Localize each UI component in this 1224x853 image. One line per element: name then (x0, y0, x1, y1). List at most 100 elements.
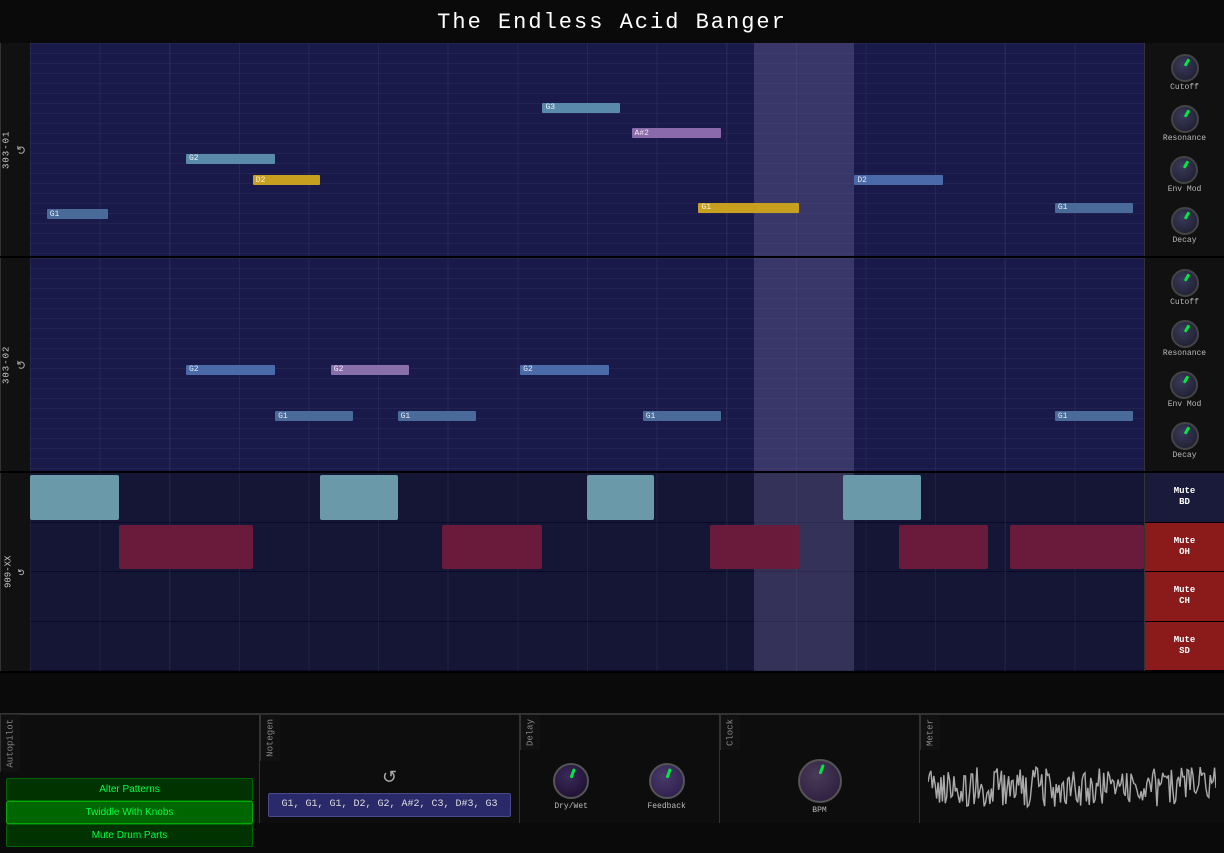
drum-cell (899, 525, 988, 570)
decay-knob-2[interactable] (1171, 422, 1199, 450)
reset-btn-303-02[interactable]: ↺ (16, 359, 30, 370)
notegen-notes: G1, G1, G1, D2, G2, A#2, C3, D#3, G3 (268, 793, 511, 817)
decay-label-2: Decay (1172, 451, 1196, 460)
decay-knob-1[interactable] (1171, 207, 1199, 235)
drum-cell (843, 475, 921, 520)
track-controls-303-02: Cutoff Resonance Env Mod Decay (1144, 258, 1224, 471)
drum-grid (30, 473, 1144, 671)
note: G1 (1055, 203, 1133, 213)
meter-section: Meter (920, 715, 1224, 823)
note: G1 (398, 411, 476, 421)
clock-label: Clock (720, 715, 740, 750)
cutoff-knob-group-1: Cutoff (1170, 54, 1199, 92)
mute-oh-button[interactable]: MuteOH (1145, 523, 1224, 573)
bpm-group: BPM (798, 759, 842, 815)
cutoff-label-1: Cutoff (1170, 83, 1199, 92)
piano-roll-303-02: G2 G2 G1 G2 G1 G1 G1 (30, 258, 1144, 471)
notegen-section: Notegen ↺ G1, G1, G1, D2, G2, A#2, C3, D… (260, 715, 520, 823)
notegen-refresh-icon[interactable]: ↺ (382, 767, 397, 789)
meter-label: Meter (920, 715, 940, 750)
cutoff-knob-group-2: Cutoff (1170, 269, 1199, 307)
note: G1 (275, 411, 353, 421)
bpm-knob[interactable] (798, 759, 842, 803)
drum-cell (119, 525, 253, 570)
envmod-knob-1[interactable] (1170, 156, 1198, 184)
twiddle-knobs-button[interactable]: Twiddle With Knobs (6, 801, 253, 824)
feedback-label: Feedback (647, 802, 685, 811)
note: D2 (253, 175, 320, 185)
drum-cell (30, 475, 119, 520)
decay-knob-group-2: Decay (1171, 422, 1199, 460)
envmod-label-1: Env Mod (1168, 185, 1202, 194)
cutoff-knob-2[interactable] (1171, 269, 1199, 297)
mute-drum-parts-button[interactable]: Mute Drum Parts (6, 824, 253, 847)
piano-roll-303-01: G1 G2 D2 G3 A#2 G1 D2 G1 (30, 43, 1144, 256)
autopilot-content: Alter Patterns Twiddle With Knobs Mute D… (0, 772, 259, 853)
envmod-label-2: Env Mod (1168, 400, 1202, 409)
alter-patterns-button[interactable]: Alter Patterns (6, 778, 253, 801)
note: G2 (186, 154, 275, 164)
meter-content (920, 750, 1224, 823)
note: G3 (542, 103, 620, 113)
delay-section: Delay Dry/Wet Feedback (520, 715, 720, 823)
resonance-label-2: Resonance (1163, 349, 1206, 358)
track-label-303-01: 303-01 ↺ (0, 43, 30, 256)
autopilot-label: Autopilot (0, 715, 20, 772)
dry-wet-knob[interactable] (553, 763, 589, 799)
dry-wet-group: Dry/Wet (553, 763, 589, 811)
notegen-label: Notegen (260, 715, 280, 761)
drum-track-909xx: 909-XX ↺ MuteBD MuteOH MuteCH MuteSD (0, 473, 1224, 673)
drum-controls: MuteBD MuteOH MuteCH MuteSD (1144, 473, 1224, 671)
bottom-bar: Autopilot Alter Patterns Twiddle With Kn… (0, 713, 1224, 823)
track-303-01: 303-01 ↺ G1 G2 D2 G3 A#2 G1 D2 G1 Cutoff Resona… (0, 43, 1224, 258)
clock-content: BPM (720, 750, 919, 823)
notegen-content: ↺ G1, G1, G1, D2, G2, A#2, C3, D#3, G3 (260, 761, 519, 823)
mute-ch-button[interactable]: MuteCH (1145, 572, 1224, 622)
drum-cell (1010, 525, 1144, 570)
note: G1 (643, 411, 721, 421)
reset-btn-drum[interactable]: ↺ (18, 568, 28, 576)
page-title: The Endless Acid Banger (0, 0, 1224, 43)
note: A#2 (632, 128, 721, 138)
resonance-knob-2[interactable] (1171, 320, 1199, 348)
mute-sd-button[interactable]: MuteSD (1145, 622, 1224, 672)
mute-bd-button[interactable]: MuteBD (1145, 473, 1224, 523)
drum-cell (320, 475, 398, 520)
envmod-knob-group-2: Env Mod (1168, 371, 1202, 409)
drum-cell (442, 525, 542, 570)
title-text: The Endless Acid Banger (437, 10, 787, 35)
track-controls-303-01: Cutoff Resonance Env Mod Decay (1144, 43, 1224, 256)
drum-row-sd (30, 622, 1144, 672)
note: D2 (854, 175, 943, 185)
drum-row-oh (30, 523, 1144, 573)
note: G2 (331, 365, 409, 375)
decay-knob-group-1: Decay (1171, 207, 1199, 245)
cutoff-knob-1[interactable] (1171, 54, 1199, 82)
autopilot-section: Autopilot Alter Patterns Twiddle With Kn… (0, 715, 260, 823)
note: G2 (520, 365, 609, 375)
clock-section: Clock BPM (720, 715, 920, 823)
note: G1 (698, 203, 798, 213)
feedback-knob[interactable] (649, 763, 685, 799)
dry-wet-label: Dry/Wet (554, 802, 588, 811)
sequencer-area: 303-01 ↺ G1 G2 D2 G3 A#2 G1 D2 G1 Cutoff Resona… (0, 43, 1224, 713)
decay-label-1: Decay (1172, 236, 1196, 245)
track-303-02: 303-02 ↺ G2G2G1G2G1G1G1 Cutoff Resonance… (0, 258, 1224, 473)
envmod-knob-group-1: Env Mod (1168, 156, 1202, 194)
note: G1 (47, 209, 108, 219)
drum-cell (710, 525, 799, 570)
note: G1 (1055, 411, 1133, 421)
feedback-group: Feedback (647, 763, 685, 811)
drum-cell (587, 475, 654, 520)
resonance-knob-1[interactable] (1171, 105, 1199, 133)
reset-btn-303-01[interactable]: ↺ (16, 144, 30, 155)
resonance-label-1: Resonance (1163, 134, 1206, 143)
cutoff-label-2: Cutoff (1170, 298, 1199, 307)
bpm-label: BPM (812, 806, 826, 815)
drum-row-ch (30, 572, 1144, 622)
drum-row-bd (30, 473, 1144, 523)
envmod-knob-2[interactable] (1170, 371, 1198, 399)
drum-label: 909-XX ↺ (0, 473, 30, 671)
note: G2 (186, 365, 275, 375)
resonance-knob-group-1: Resonance (1163, 105, 1206, 143)
